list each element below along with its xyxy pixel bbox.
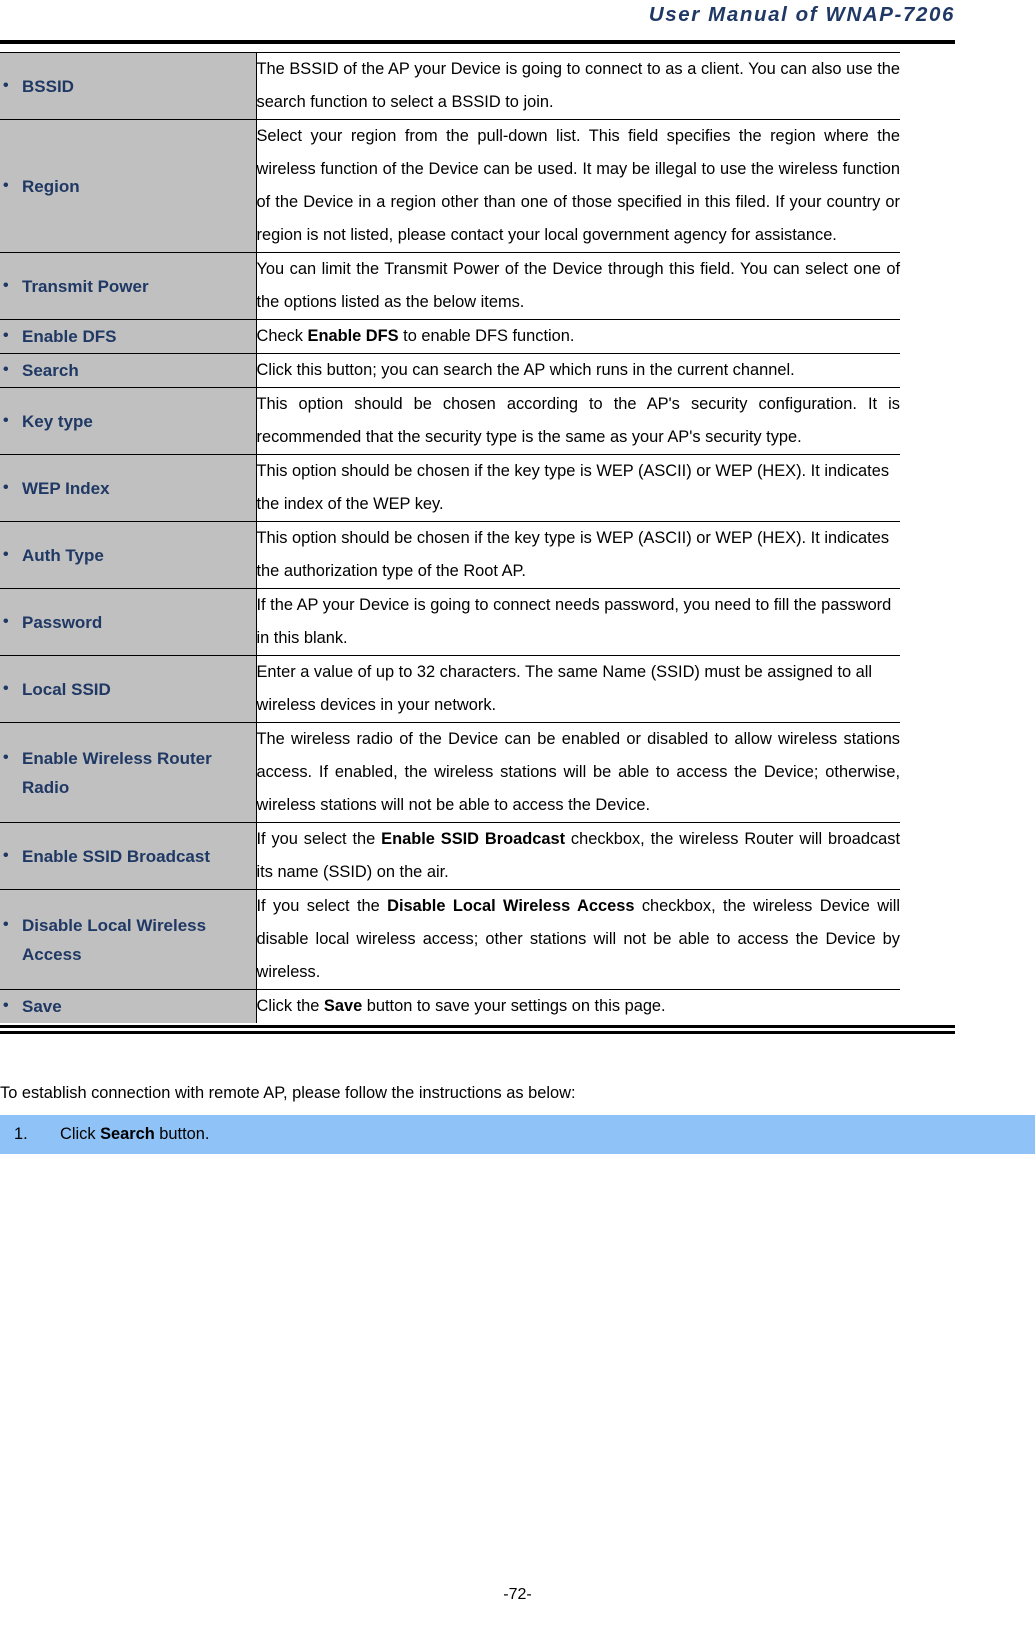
step-text-pre: Click [60, 1125, 101, 1143]
label-cell-enable-ssid-broadcast: Enable SSID Broadcast [0, 822, 257, 890]
desc-text-bold: Save [323, 997, 363, 1015]
table-row: Region Select your region from the pull-… [0, 119, 901, 253]
instructions-intro-paragraph: To establish connection with remote AP, … [0, 1084, 576, 1102]
table-row: Password If the AP your Device is going … [0, 588, 900, 656]
parameter-description: Click the Save button to save your setti… [257, 990, 901, 1023]
description-cell-enable-ssid-broadcast: If you select the Enable SSID Broadcast … [256, 822, 901, 890]
table-row: Enable SSID Broadcast If you select the … [0, 822, 901, 890]
manual-title: User Manual of WNAP-7206 [648, 3, 955, 26]
table-row: Transmit Power You can limit the Transmi… [0, 252, 901, 320]
parameter-description: Select your region from the pull-down li… [256, 127, 901, 244]
desc-text-pre: If you select the [256, 897, 388, 915]
table-row: Save Click the Save button to save your … [0, 989, 901, 1023]
desc-text-post: to enable DFS function. [398, 327, 575, 345]
parameter-description-table: BSSID The BSSID of the AP your Device is… [0, 52, 900, 1023]
parameter-label: Password [0, 607, 256, 637]
parameter-label: Enable SSID Broadcast [0, 841, 256, 871]
label-cell-transmit-power: Transmit Power [0, 252, 257, 320]
table-row: Auth Type This option should be chosen i… [0, 521, 900, 589]
label-cell-bssid: BSSID [0, 52, 257, 120]
description-cell-wep-index: This option should be chosen if the key … [256, 454, 900, 522]
parameter-label: Enable Wireless Router Radio [0, 743, 256, 802]
numbered-step-item: 1. Click Search button. [0, 1119, 1035, 1149]
parameter-description: The wireless radio of the Device can be … [256, 730, 901, 814]
page-header: User Manual of WNAP-7206 [0, 0, 955, 30]
label-cell-key-type: Key type [0, 387, 257, 455]
description-cell-transmit-power: You can limit the Transmit Power of the … [256, 252, 901, 320]
desc-text-bold: Enable SSID Broadcast [381, 830, 566, 848]
parameter-label: Region [0, 171, 256, 201]
parameter-description: If you select the Disable Local Wireless… [257, 890, 901, 989]
parameter-description: This option should be chosen according t… [256, 395, 901, 446]
description-cell-local-ssid: Enter a value of up to 32 characters. Th… [256, 655, 900, 723]
desc-text-bold: Enable DFS [307, 327, 399, 345]
table-row: WEP Index This option should be chosen i… [0, 454, 900, 522]
table-row: Key type This option should be chosen ac… [0, 387, 901, 455]
description-cell-enable-dfs: Check Enable DFS to enable DFS function. [256, 319, 901, 354]
parameter-label: WEP Index [0, 473, 256, 503]
description-cell-auth-type: This option should be chosen if the key … [256, 521, 900, 589]
parameter-description: This option should be chosen if the key … [256, 529, 890, 580]
description-cell-bssid: The BSSID of the AP your Device is going… [256, 52, 901, 120]
page-footer: -72- [503, 1586, 532, 1603]
description-cell-region: Select your region from the pull-down li… [256, 119, 901, 253]
parameter-description: Check Enable DFS to enable DFS function. [257, 320, 901, 353]
label-cell-enable-wireless-router-radio: Enable Wireless Router Radio [0, 722, 257, 823]
description-cell-search: Click this button; you can search the AP… [256, 353, 900, 388]
step-text-post: button. [154, 1125, 210, 1143]
table-bottom-rule-lower [0, 1031, 955, 1034]
step-text-bold: Search [100, 1125, 155, 1143]
label-cell-save: Save [0, 989, 257, 1023]
description-cell-enable-wireless-router-radio: The wireless radio of the Device can be … [256, 722, 901, 823]
table-row: Enable DFS Check Enable DFS to enable DF… [0, 319, 901, 354]
table-body: BSSID The BSSID of the AP your Device is… [0, 52, 901, 1023]
parameter-label: Local SSID [0, 674, 256, 704]
desc-text-bold: Disable Local Wireless Access [387, 897, 635, 915]
step-number: 1. [14, 1125, 28, 1143]
label-cell-password: Password [0, 588, 257, 656]
label-cell-disable-local-wireless-access: Disable Local Wireless Access [0, 889, 257, 990]
label-cell-region: Region [0, 119, 257, 253]
description-cell-save: Click the Save button to save your setti… [256, 989, 901, 1023]
highlighted-step-row: 1. Click Search button. [0, 1115, 1035, 1154]
desc-text-pre: Click the [256, 997, 324, 1015]
label-cell-search: Search [0, 353, 257, 388]
label-cell-enable-dfs: Enable DFS [0, 319, 257, 354]
parameter-description: You can limit the Transmit Power of the … [256, 260, 901, 311]
label-cell-auth-type: Auth Type [0, 521, 257, 589]
parameter-description: This option should be chosen if the key … [256, 462, 890, 513]
parameter-label: Key type [0, 406, 256, 436]
label-cell-wep-index: WEP Index [0, 454, 257, 522]
parameter-description: Enter a value of up to 32 characters. Th… [256, 663, 873, 714]
table-row: Enable Wireless Router Radio The wireles… [0, 722, 901, 823]
document-page: User Manual of WNAP-7206 BSSID The BSSID… [0, 0, 1035, 1632]
table-row: Search Click this button; you can search… [0, 353, 900, 388]
parameter-label: Disable Local Wireless Access [0, 910, 256, 969]
description-cell-key-type: This option should be chosen according t… [256, 387, 901, 455]
description-cell-disable-local-wireless-access: If you select the Disable Local Wireless… [256, 889, 901, 990]
desc-text-pre: If you select the [256, 830, 382, 848]
label-cell-local-ssid: Local SSID [0, 655, 257, 723]
desc-text-pre: Check [256, 327, 308, 345]
table-row: Local SSID Enter a value of up to 32 cha… [0, 655, 900, 723]
parameter-description: If the AP your Device is going to connec… [256, 596, 892, 647]
parameter-label: Enable DFS [0, 321, 256, 351]
parameter-label: Save [0, 991, 256, 1021]
header-divider-rule [0, 40, 955, 44]
parameter-label: Search [0, 355, 256, 385]
description-cell-password: If the AP your Device is going to connec… [256, 588, 900, 656]
table-row: Disable Local Wireless Access If you sel… [0, 889, 901, 990]
parameter-label: Transmit Power [0, 271, 256, 301]
table-bottom-rule-upper [0, 1025, 955, 1028]
desc-text-post: button to save your settings on this pag… [362, 997, 666, 1015]
parameter-label: Auth Type [0, 540, 256, 570]
parameter-description: The BSSID of the AP your Device is going… [256, 60, 901, 111]
parameter-description: Click this button; you can search the AP… [256, 361, 795, 379]
parameter-label: BSSID [0, 71, 256, 101]
parameter-description: If you select the Enable SSID Broadcast … [257, 823, 901, 889]
table-row: BSSID The BSSID of the AP your Device is… [0, 52, 901, 120]
